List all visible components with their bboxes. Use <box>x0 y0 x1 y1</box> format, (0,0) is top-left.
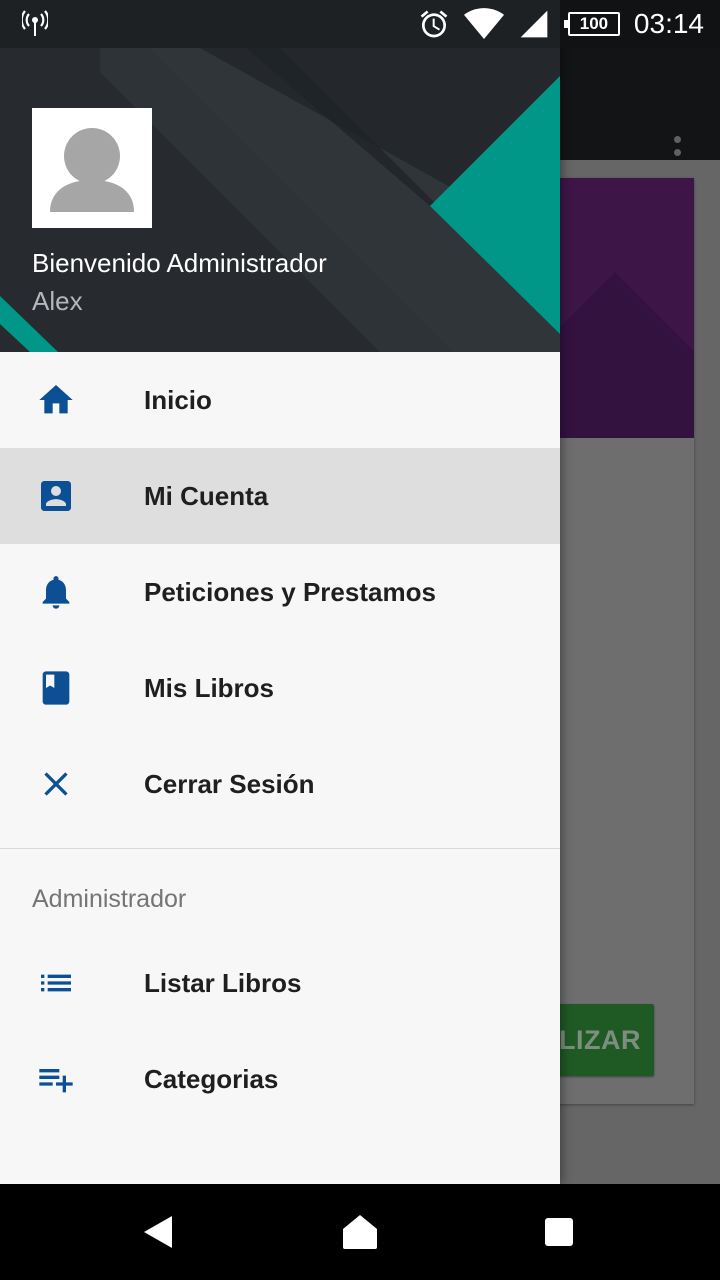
status-icons: 100 03:14 <box>418 0 720 48</box>
hotspot-icon <box>20 10 50 43</box>
person-icon <box>50 128 134 212</box>
menu-item-label: Categorias <box>144 1064 279 1094</box>
list-icon <box>36 963 76 1003</box>
content-card <box>545 178 694 1104</box>
back-icon[interactable] <box>136 1212 180 1252</box>
status-bar: 100 03:14 <box>0 0 720 48</box>
nav-bar <box>0 1184 720 1280</box>
header-username: Alex <box>32 286 83 316</box>
menu-item-label: Peticiones y Prestamos <box>144 577 436 607</box>
bell-icon <box>36 572 76 612</box>
menu-item-listar-libros[interactable]: Listar Libros <box>0 935 560 1031</box>
navigation-drawer: Bienvenido Administrador Alex Inicio Mi … <box>0 0 560 1184</box>
book-icon <box>36 668 76 708</box>
playlist-add-icon <box>36 1059 76 1099</box>
wifi-icon <box>463 7 504 41</box>
menu-item-label: Mis Libros <box>144 673 275 703</box>
avatar[interactable] <box>32 108 152 228</box>
menu-item-categorias[interactable]: Categorias <box>0 1031 560 1127</box>
section-header-administrador: Administrador <box>32 885 187 913</box>
drawer-header: Bienvenido Administrador Alex <box>0 48 560 352</box>
close-icon <box>36 764 76 804</box>
menu-item-peticiones[interactable]: Peticiones y Prestamos <box>0 544 560 640</box>
home-nav-icon[interactable] <box>338 1212 382 1252</box>
header-welcome-title: Bienvenido Administrador <box>32 248 327 278</box>
update-button[interactable]: LIZAR <box>545 1004 654 1076</box>
menu-item-label: Cerrar Sesión <box>144 769 315 799</box>
signal-icon <box>518 8 550 40</box>
menu-item-mis-libros[interactable]: Mis Libros <box>0 640 560 736</box>
home-icon <box>36 380 76 420</box>
drawer-menu: Inicio Mi Cuenta Peticiones y Prestamos … <box>0 352 560 1127</box>
alarm-icon <box>418 8 450 40</box>
menu-item-label: Inicio <box>144 385 212 415</box>
menu-item-label: Mi Cuenta <box>144 481 269 511</box>
menu-item-cerrar-sesion[interactable]: Cerrar Sesión <box>0 736 560 832</box>
recents-icon[interactable] <box>537 1212 581 1252</box>
account-box-icon <box>36 476 76 516</box>
menu-item-mi-cuenta[interactable]: Mi Cuenta <box>0 448 560 544</box>
menu-item-inicio[interactable]: Inicio <box>0 352 560 448</box>
battery-level: 100 <box>563 12 620 36</box>
battery-icon: 100 <box>563 12 620 36</box>
card-banner <box>545 178 694 438</box>
menu-item-label: Listar Libros <box>144 968 302 998</box>
clock: 03:14 <box>633 8 704 39</box>
